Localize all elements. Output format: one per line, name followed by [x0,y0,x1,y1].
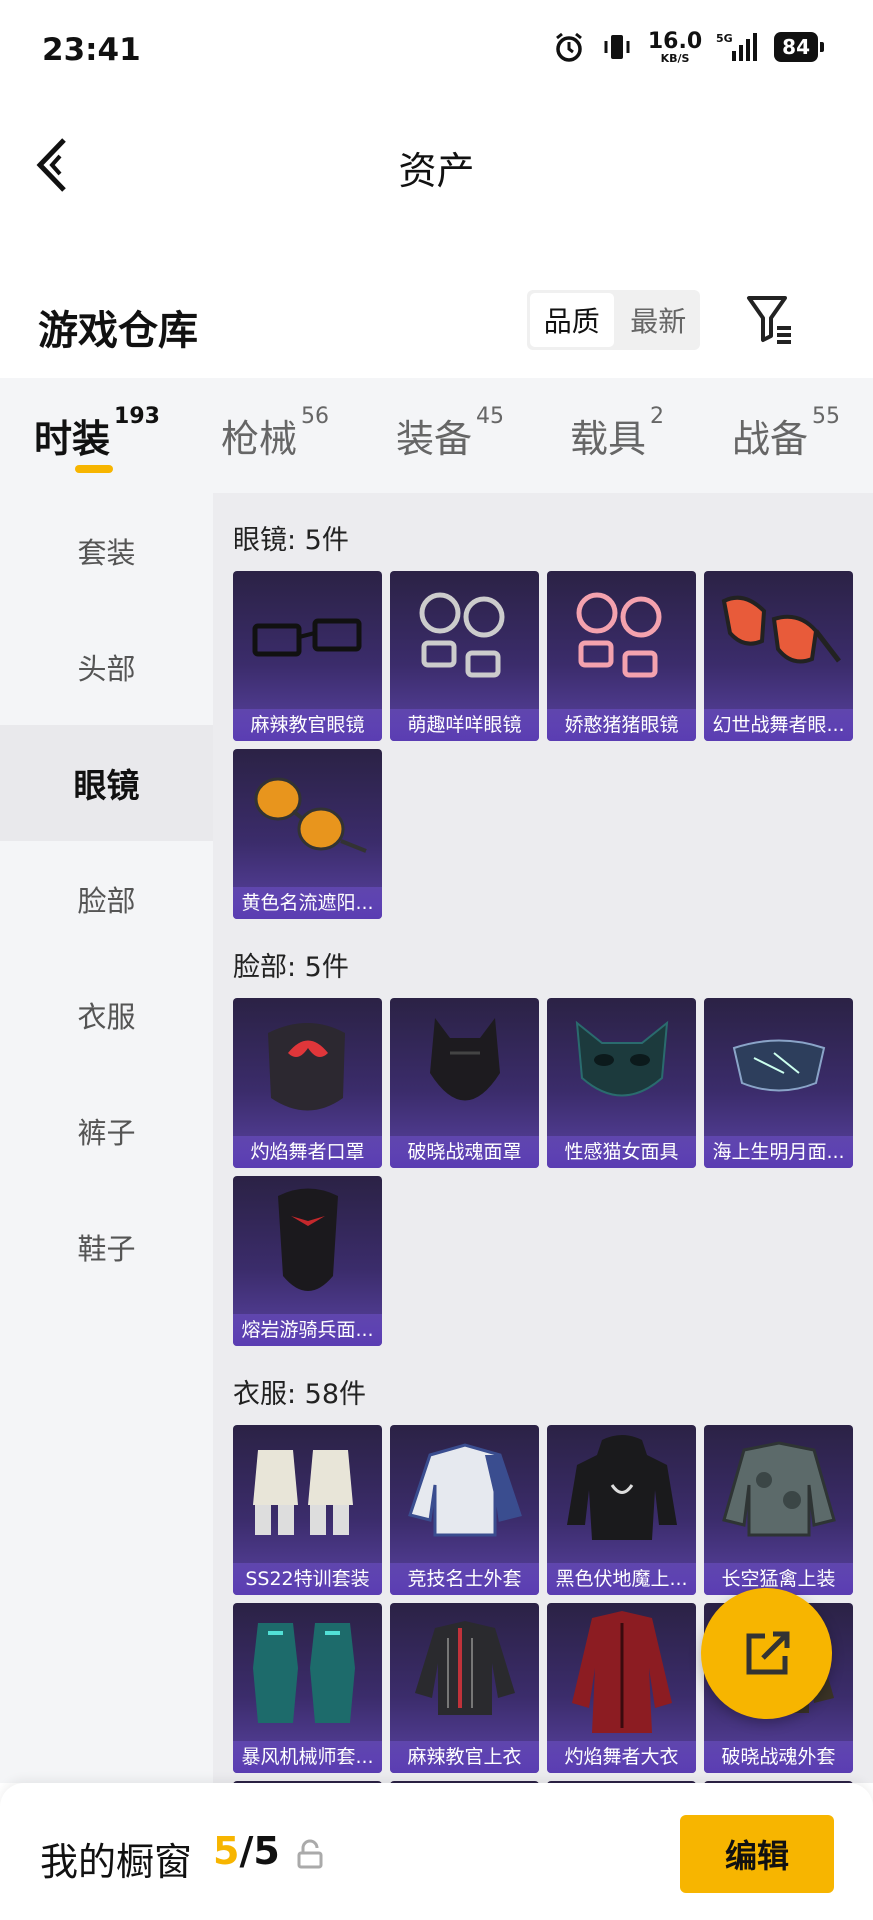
sort-toggle: 品质 最新 [527,290,700,350]
sidebar-item-shoes[interactable]: 鞋子 [0,1189,213,1305]
mask-art-icon [430,1018,500,1101]
sort-latest-option[interactable]: 最新 [617,290,701,350]
sidebar-item-face[interactable]: 脸部 [0,841,213,957]
tab-guns[interactable]: 枪械56 [221,404,329,463]
mask-art-icon [278,1188,338,1291]
item-card[interactable]: 幻世战舞者眼... [704,571,853,741]
sidebar-item-glasses[interactable]: 眼镜 [0,725,213,841]
tab-equipment[interactable]: 装备45 [396,404,504,463]
item-card[interactable]: 性感猫女面具 [547,998,696,1168]
hoodie-art-icon [567,1435,677,1540]
vibrate-icon [600,30,634,64]
battery-indicator: 84 [774,32,824,62]
sunglasses-art-icon [254,777,367,853]
edit-button[interactable]: 编辑 [680,1815,834,1893]
signal-icon: 5G [716,30,760,64]
mask-art-icon [732,1039,826,1092]
sunglasses-art-icon [721,595,841,664]
item-card[interactable]: 娇憨猪猪眼镜 [547,571,696,741]
sidebar-item-set[interactable]: 套装 [0,493,213,609]
showcase-label: 我的橱窗 [40,1840,193,1884]
item-card[interactable]: 黑色伏地魔上... [547,1425,696,1595]
item-card[interactable]: 萌趣咩咩眼镜 [390,571,539,741]
jacket-art-icon [722,1441,836,1537]
external-link-icon [746,1631,789,1674]
jacket-art-icon [408,1443,522,1537]
item-card[interactable]: 黄色名流遮阳... [233,749,382,919]
header: 资产 [0,100,873,230]
network-speed: 16.0 KB/S [647,28,703,65]
tab-supplies[interactable]: 战备55 [732,404,840,463]
outfit-art-icon [253,1623,355,1723]
section-title-glasses: 眼镜: 5件 [233,525,349,556]
svg-text:5G: 5G [716,32,733,45]
active-tab-indicator [75,465,113,473]
page-title: 资产 [398,149,475,193]
lock-icon [297,1839,323,1869]
section-title-face: 脸部: 5件 [233,952,349,983]
item-card[interactable]: 破晓战魂面罩 [390,998,539,1168]
alarm-icon [552,30,586,64]
status-time: 23:41 [42,32,141,68]
item-card[interactable]: 竞技名士外套 [390,1425,539,1595]
share-fab[interactable] [701,1588,832,1719]
sidebar-item-head[interactable]: 头部 [0,609,213,725]
sort-quality-option[interactable]: 品质 [530,293,614,347]
filter-icon [747,296,791,344]
outfit-art-icon [253,1450,353,1535]
sidebar: 套装 头部 眼镜 脸部 衣服 裤子 鞋子 [0,493,213,1783]
sidebar-item-clothes[interactable]: 衣服 [0,957,213,1073]
sidebar-item-pants[interactable]: 裤子 [0,1073,213,1189]
item-card[interactable]: 长空猛禽上装 [704,1425,853,1595]
tab-fashion[interactable]: 时装193 [34,404,160,463]
mask-art-icon [268,1023,345,1111]
item-card[interactable]: 麻辣教官眼镜 [233,571,382,741]
status-bar: 23:41 16.0 KB/S 5G 84 [0,0,873,100]
status-icons: 16.0 KB/S 5G 84 [552,28,824,65]
item-card[interactable]: 灼焰舞者口罩 [233,998,382,1168]
showcase-bar: 我的橱窗 5/5 编辑 [0,1783,873,1920]
item-card[interactable]: 麻辣教官上衣 [390,1603,539,1773]
showcase-count: 5/5 [213,1829,280,1873]
glasses-art-icon [419,592,505,678]
category-tabs: 时装193 枪械56 装备45 载具2 战备55 [0,378,873,493]
item-card[interactable]: 海上生明月面... [704,998,853,1168]
item-card[interactable]: 灼焰舞者大衣 [547,1603,696,1773]
section-title-clothes: 衣服: 58件 [233,1379,367,1410]
cat-mask-icon [575,1020,669,1097]
item-card[interactable]: 熔岩游骑兵面... [233,1176,382,1346]
coat-art-icon [572,1611,672,1733]
warehouse-title: 游戏仓库 [38,308,198,354]
glasses-art-icon [576,592,662,678]
item-card[interactable]: SS22特训套装 [233,1425,382,1595]
tab-vehicles[interactable]: 载具2 [570,404,664,463]
warehouse-header: 游戏仓库 品质 最新 [0,280,873,360]
item-card[interactable]: 暴风机械师套... [233,1603,382,1773]
shirt-art-icon [415,1621,515,1715]
filter-button[interactable] [745,290,797,346]
glasses-art-icon [252,618,362,657]
